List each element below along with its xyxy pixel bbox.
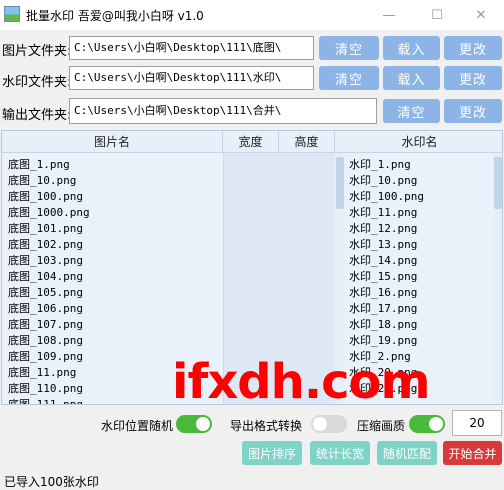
table-row-image-name[interactable]: 底图_1000.png — [8, 204, 90, 220]
table-row-watermark-name[interactable]: 水印_13.png — [349, 236, 417, 252]
quality-input[interactable]: 20 — [452, 410, 502, 436]
table-row-image-name[interactable]: 底图_1.png — [8, 156, 70, 172]
watermark-change-button[interactable]: 更改 — [444, 66, 502, 90]
overlay-watermark-text: ifxdh.com — [172, 354, 431, 410]
toggle-knob — [313, 417, 327, 431]
start-merge-button[interactable]: 开始合并 — [443, 441, 502, 465]
status-bar: 已导入100张水印 — [0, 470, 504, 490]
watermark-clear-button[interactable]: 清空 — [319, 66, 379, 90]
watermark-folder-input[interactable]: C:\Users\小白啊\Desktop\111\水印\ — [69, 66, 314, 90]
table-row-watermark-name[interactable]: 水印_15.png — [349, 268, 417, 284]
random-position-toggle[interactable] — [176, 415, 212, 433]
sort-images-button[interactable]: 图片排序 — [242, 441, 302, 465]
stats-size-button[interactable]: 统计长宽 — [310, 441, 370, 465]
watermark-load-button[interactable]: 载入 — [383, 66, 440, 90]
table-row-watermark-name[interactable]: 水印_10.png — [349, 172, 417, 188]
table-row-image-name[interactable]: 底图_111.png — [8, 396, 83, 404]
table-row-image-name[interactable]: 底图_110.png — [8, 380, 83, 396]
table-row-watermark-name[interactable]: 水印_16.png — [349, 284, 417, 300]
format-convert-toggle[interactable] — [311, 415, 347, 433]
table-row-image-name[interactable]: 底图_105.png — [8, 284, 83, 300]
left-scrollbar-thumb[interactable] — [336, 157, 344, 209]
table-row-watermark-name[interactable]: 水印_19.png — [349, 332, 417, 348]
toggle-knob — [196, 417, 210, 431]
table-row-image-name[interactable]: 底图_106.png — [8, 300, 83, 316]
table-row-image-name[interactable]: 底图_104.png — [8, 268, 83, 284]
table-row-image-name[interactable]: 底图_109.png — [8, 348, 83, 364]
header-height[interactable]: 高度 — [279, 131, 335, 153]
table-row-image-name[interactable]: 底图_108.png — [8, 332, 83, 348]
output-clear-button[interactable]: 清空 — [383, 99, 440, 123]
table-row-watermark-name[interactable]: 水印_18.png — [349, 316, 417, 332]
right-scrollbar-thumb[interactable] — [494, 157, 502, 209]
app-icon — [4, 6, 20, 22]
compress-toggle[interactable] — [409, 415, 445, 433]
table-row-image-name[interactable]: 底图_107.png — [8, 316, 83, 332]
table-row-watermark-name[interactable]: 水印_11.png — [349, 204, 417, 220]
header-width[interactable]: 宽度 — [223, 131, 279, 153]
output-folder-input[interactable]: C:\Users\小白啊\Desktop\111\合并\ — [69, 98, 377, 124]
table-row-image-name[interactable]: 底图_103.png — [8, 252, 83, 268]
table-row-watermark-name[interactable]: 水印_1.png — [349, 156, 411, 172]
table-row-image-name[interactable]: 底图_102.png — [8, 236, 83, 252]
table-row-image-name[interactable]: 底图_11.png — [8, 364, 76, 380]
table-row-image-name[interactable]: 底图_101.png — [8, 220, 83, 236]
table-row-watermark-name[interactable]: 水印_12.png — [349, 220, 417, 236]
table-row-watermark-name[interactable]: 水印_14.png — [349, 252, 417, 268]
table-row-watermark-name[interactable]: 水印_100.png — [349, 188, 424, 204]
title-bar: 批量水印 吾爱@叫我小白呀 v1.0 — ☐ ✕ — [0, 0, 504, 30]
random-position-label: 水印位置随机 — [101, 419, 174, 433]
table-row-image-name[interactable]: 底图_10.png — [8, 172, 76, 188]
close-icon[interactable]: ✕ — [458, 0, 504, 30]
watermark-folder-label: 水印文件夹: — [2, 75, 72, 90]
table-row-image-name[interactable]: 底图_100.png — [8, 188, 83, 204]
image-folder-label: 图片文件夹: — [2, 44, 72, 59]
output-folder-label: 输出文件夹: — [2, 108, 72, 123]
output-change-button[interactable]: 更改 — [444, 99, 502, 123]
image-clear-button[interactable]: 清空 — [319, 36, 379, 60]
format-convert-label: 导出格式转换 — [230, 419, 303, 433]
compress-label: 压缩画质 — [357, 419, 406, 433]
minimize-icon[interactable]: — — [366, 0, 412, 30]
right-scrollbar[interactable] — [493, 153, 502, 404]
image-change-button[interactable]: 更改 — [444, 36, 502, 60]
toggle-knob — [429, 417, 443, 431]
random-match-button[interactable]: 随机匹配 — [377, 441, 437, 465]
table-row-watermark-name[interactable]: 水印_17.png — [349, 300, 417, 316]
header-watermark-name[interactable]: 水印名 — [335, 131, 502, 153]
image-load-button[interactable]: 载入 — [383, 36, 440, 60]
maximize-icon[interactable]: ☐ — [414, 0, 460, 30]
window-title: 批量水印 吾爱@叫我小白呀 v1.0 — [26, 9, 204, 23]
header-image-name[interactable]: 图片名 — [2, 131, 223, 153]
image-folder-input[interactable]: C:\Users\小白啊\Desktop\111\底图\ — [69, 36, 314, 60]
